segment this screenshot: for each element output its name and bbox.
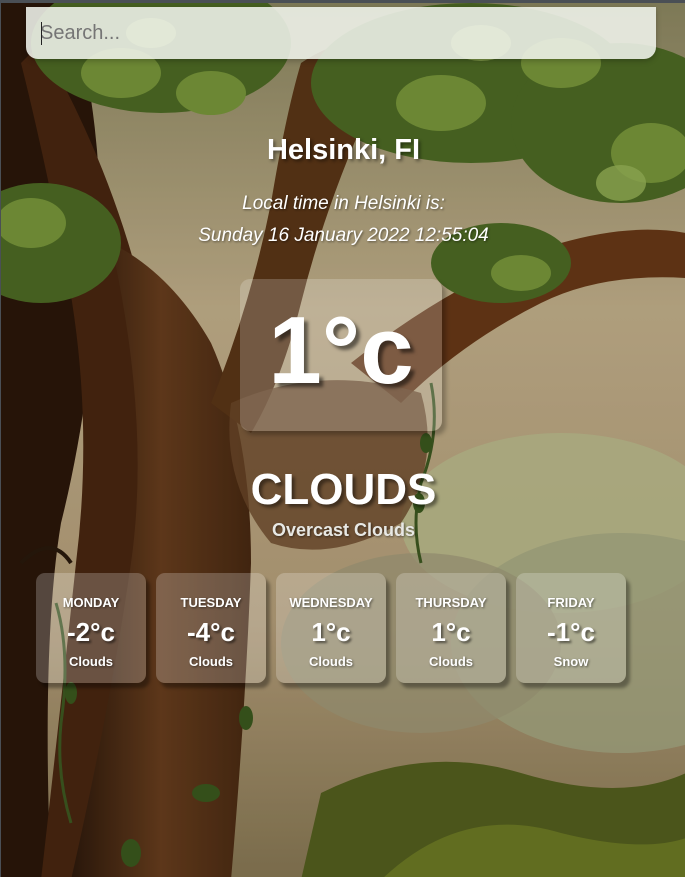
forecast-temperature: -1°c	[547, 617, 595, 647]
city-name: Helsinki, FI	[266, 134, 421, 166]
search-input[interactable]	[40, 17, 640, 49]
forecast-condition: Clouds	[308, 654, 354, 669]
forecast-card-wednesday: WEDNESDAY 1°c Clouds	[276, 573, 386, 683]
current-condition-description: Overcast Clouds	[271, 520, 416, 540]
current-temperature-box: 1°c	[240, 279, 442, 431]
app-window: Helsinki, FI Local time in Helsinki is: …	[0, 0, 685, 877]
forecast-card-thursday: THURSDAY 1°c Clouds	[396, 573, 506, 683]
forecast-day: FRIDAY	[547, 595, 595, 610]
forecast-day: THURSDAY	[415, 595, 487, 610]
text-cursor	[41, 22, 42, 45]
forecast-card-monday: MONDAY -2°c Clouds	[36, 573, 146, 683]
forecast-day: TUESDAY	[180, 595, 242, 610]
forecast-day: WEDNESDAY	[289, 595, 373, 610]
forecast-condition: Clouds	[428, 654, 474, 669]
forecast-temperature: -4°c	[187, 617, 235, 647]
forecast-day: MONDAY	[62, 595, 120, 610]
search-bar[interactable]	[26, 7, 656, 59]
forecast-temperature: 1°c	[311, 617, 351, 647]
forecast-condition: Clouds	[68, 654, 114, 669]
forecast-condition: Snow	[553, 654, 589, 669]
local-time: Sunday 16 January 2022 12:55:04	[198, 225, 489, 246]
forecast-card-tuesday: TUESDAY -4°c Clouds	[156, 573, 266, 683]
forecast-card-friday: FRIDAY -1°c Snow	[516, 573, 626, 683]
forecast-temperature: 1°c	[431, 617, 471, 647]
forecast-condition: Clouds	[188, 654, 234, 669]
local-time-label: Local time in Helsinki is:	[242, 193, 445, 214]
current-condition: CLOUDS	[250, 465, 437, 514]
forecast-temperature: -2°c	[67, 617, 115, 647]
current-temperature: 1°c	[268, 297, 414, 404]
